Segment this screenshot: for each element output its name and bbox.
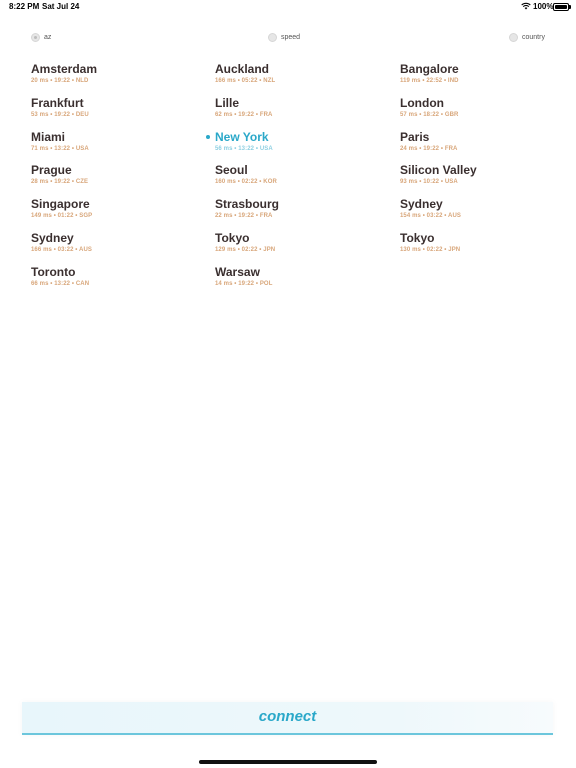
- server-item[interactable]: Auckland 166 ms • 05:22 • NZL: [215, 62, 375, 84]
- server-name: Singapore: [31, 197, 90, 211]
- server-meta: 129 ms • 02:22 • JPN: [215, 247, 276, 253]
- server-meta: 20 ms • 19:22 • NLD: [31, 78, 89, 84]
- server-item[interactable]: Paris 24 ms • 19:22 • FRA: [400, 130, 560, 152]
- server-meta: 166 ms • 05:22 • NZL: [215, 78, 276, 84]
- radio-icon: [31, 32, 40, 42]
- server-meta: 56 ms • 13:22 • USA: [215, 146, 273, 152]
- server-meta: 14 ms • 19:22 • POL: [215, 281, 273, 287]
- battery-percentage: 100%: [533, 2, 554, 11]
- server-item[interactable]: Sydney 166 ms • 03:22 • AUS: [31, 231, 191, 253]
- server-item[interactable]: Lille 62 ms • 19:22 • FRA: [215, 96, 375, 118]
- server-name: Sydney: [31, 231, 74, 245]
- sort-option-country[interactable]: country: [509, 31, 545, 43]
- connect-button[interactable]: connect: [22, 702, 553, 735]
- server-item[interactable]: Tokyo 130 ms • 02:22 • JPN: [400, 231, 560, 253]
- server-name: London: [400, 96, 444, 110]
- server-item[interactable]: Bangalore 119 ms • 22:52 • IND: [400, 62, 560, 84]
- server-name: Paris: [400, 130, 430, 144]
- server-name: Lille: [215, 96, 240, 110]
- server-item[interactable]: Tokyo 129 ms • 02:22 • JPN: [215, 231, 375, 253]
- server-name: Frankfurt: [31, 96, 84, 110]
- server-meta: 166 ms • 03:22 • AUS: [31, 247, 93, 253]
- server-name: Toronto: [31, 265, 76, 279]
- sort-option-label: az: [44, 33, 52, 41]
- server-meta: 24 ms • 19:22 • FRA: [400, 146, 458, 152]
- server-meta: 28 ms • 19:22 • CZE: [31, 179, 89, 185]
- server-name: Auckland: [215, 62, 270, 76]
- server-meta: 160 ms • 02:22 • KOR: [215, 179, 277, 185]
- server-item[interactable]: Warsaw 14 ms • 19:22 • POL: [215, 265, 375, 287]
- server-name: Warsaw: [215, 265, 260, 279]
- home-indicator[interactable]: [199, 760, 377, 764]
- selected-indicator-dot: [206, 135, 210, 139]
- server-meta: 149 ms • 01:22 • SGP: [31, 213, 93, 219]
- status-time: 8:22 PM: [9, 2, 40, 11]
- server-item-selected[interactable]: New York 56 ms • 13:22 • USA: [206, 130, 375, 152]
- server-meta: 93 ms • 10:22 • USA: [400, 179, 458, 185]
- server-item[interactable]: Sydney 154 ms • 03:22 • AUS: [400, 197, 560, 219]
- sort-option-label: country: [522, 33, 545, 41]
- server-item[interactable]: Singapore 149 ms • 01:22 • SGP: [31, 197, 191, 219]
- server-item[interactable]: Miami 71 ms • 13:22 • USA: [31, 130, 191, 152]
- server-name: Miami: [31, 130, 66, 144]
- server-item[interactable]: Prague 28 ms • 19:22 • CZE: [31, 163, 191, 185]
- server-item[interactable]: Silicon Valley 93 ms • 10:22 • USA: [400, 163, 560, 185]
- server-name: Amsterdam: [31, 62, 98, 76]
- connect-label: connect: [258, 708, 317, 725]
- server-item[interactable]: Frankfurt 53 ms • 19:22 • DEU: [31, 96, 191, 118]
- server-name: New York: [215, 130, 269, 144]
- server-item[interactable]: Seoul 160 ms • 02:22 • KOR: [215, 163, 375, 185]
- server-item[interactable]: Strasbourg 22 ms • 19:22 • FRA: [215, 197, 375, 219]
- server-item[interactable]: Amsterdam 20 ms • 19:22 • NLD: [31, 62, 191, 84]
- radio-icon: [268, 32, 277, 42]
- server-meta: 154 ms • 03:22 • AUS: [400, 213, 462, 219]
- server-item[interactable]: London 57 ms • 18:22 • GBR: [400, 96, 560, 118]
- server-meta: 22 ms • 19:22 • FRA: [215, 213, 273, 219]
- server-name: Bangalore: [400, 62, 459, 76]
- sort-option-speed[interactable]: speed: [268, 31, 300, 43]
- battery-icon: [553, 3, 571, 11]
- server-name: Strasbourg: [215, 197, 280, 211]
- sort-option-az[interactable]: az: [31, 31, 51, 43]
- server-meta: 53 ms • 19:22 • DEU: [31, 112, 89, 118]
- server-name: Seoul: [215, 163, 248, 177]
- server-meta: 119 ms • 22:52 • IND: [400, 78, 459, 84]
- server-meta: 130 ms • 02:22 • JPN: [400, 247, 461, 253]
- server-name: Tokyo: [400, 231, 435, 245]
- status-bar: 8:22 PM Sat Jul 24 100%: [0, 0, 576, 14]
- sort-option-label: speed: [281, 33, 301, 41]
- radio-icon: [509, 32, 518, 42]
- server-name: Silicon Valley: [400, 163, 477, 177]
- server-meta: 71 ms • 13:22 • USA: [31, 146, 89, 152]
- server-name: Prague: [31, 163, 72, 177]
- wifi-icon: [521, 2, 531, 10]
- status-date: Sat Jul 24: [42, 2, 80, 11]
- server-name: Tokyo: [215, 231, 250, 245]
- server-name: Sydney: [400, 197, 443, 211]
- server-meta: 66 ms • 13:22 • CAN: [31, 281, 90, 287]
- server-item[interactable]: Toronto 66 ms • 13:22 • CAN: [31, 265, 191, 287]
- server-meta: 62 ms • 19:22 • FRA: [215, 112, 273, 118]
- server-meta: 57 ms • 18:22 • GBR: [400, 112, 459, 118]
